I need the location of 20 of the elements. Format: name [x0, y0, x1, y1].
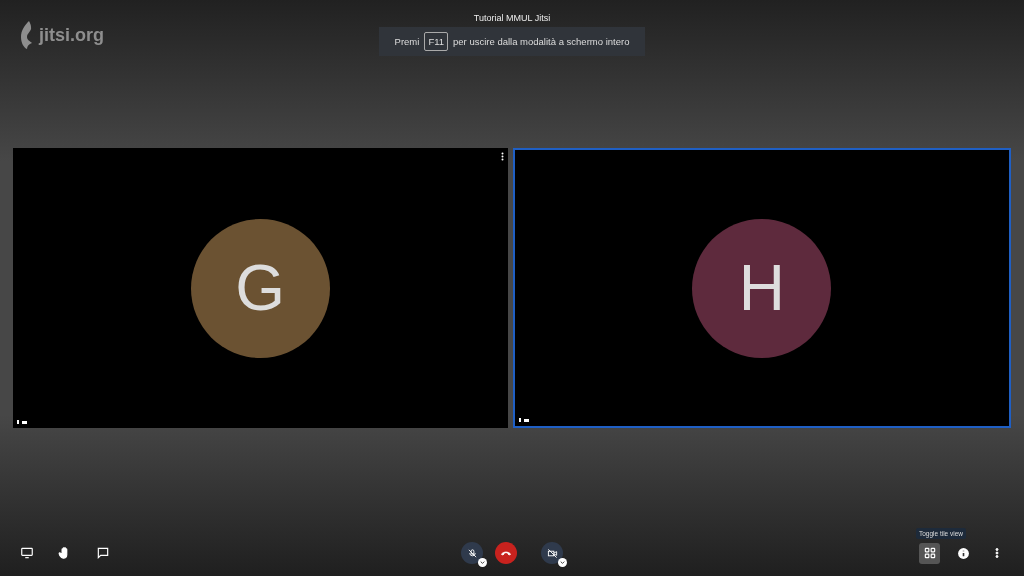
- avatar: G: [190, 218, 330, 358]
- hang-up-button[interactable]: [495, 542, 517, 564]
- tile-view-button[interactable]: [919, 542, 940, 564]
- video-tile[interactable]: G: [13, 148, 508, 428]
- logo-text: jitsi.org: [39, 24, 104, 46]
- grid-icon: [922, 546, 937, 560]
- chat-icon: [96, 546, 110, 560]
- notice-text: per uscire dalla modalità a schermo intero: [453, 36, 630, 47]
- info-icon: [956, 546, 970, 560]
- caret-icon[interactable]: [478, 558, 487, 567]
- muted-microphone-icon: [466, 547, 478, 559]
- key-label: F11: [424, 32, 449, 51]
- meeting-title: Tutorial MMUL Jitsi: [473, 13, 551, 23]
- caret-icon[interactable]: [558, 558, 567, 567]
- avatar: H: [692, 218, 832, 358]
- video-tile[interactable]: H: [512, 148, 1011, 428]
- notice-text: Premi: [394, 36, 420, 47]
- monitor-icon: [20, 546, 34, 560]
- more-icon[interactable]: [500, 152, 504, 161]
- camera-off-icon: [546, 547, 558, 559]
